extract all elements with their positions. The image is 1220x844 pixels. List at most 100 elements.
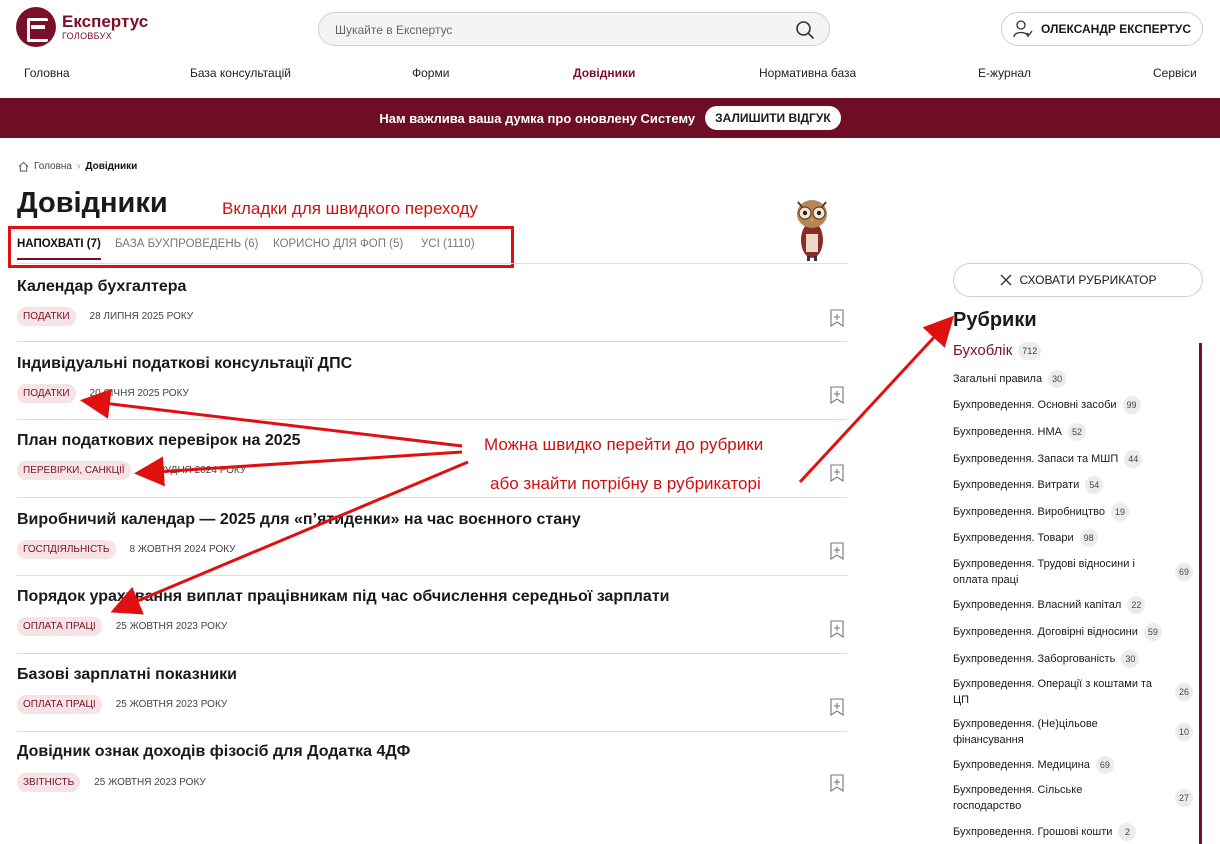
rubric-label: Бухпроведення. Заборгованість xyxy=(953,653,1116,665)
annotation-rubric-note-line2: або знайти потрібну в рубрикаторі xyxy=(490,474,761,493)
rubric-item[interactable]: Бухпроведення. Медицина 69 xyxy=(953,756,1193,774)
rubric-item[interactable]: Бухпроведення. Операції з коштами та ЦП … xyxy=(953,676,1193,708)
rubric-count: 69 xyxy=(1095,756,1114,774)
rubric-label: Бухпроведення. Виробництво xyxy=(953,506,1105,518)
tab-at-hand[interactable]: НАПОХВАТІ (7) xyxy=(17,238,101,260)
bookmark-icon[interactable] xyxy=(829,464,845,482)
nav-item-forms[interactable]: Форми xyxy=(412,66,449,80)
rubric-count: 10 xyxy=(1174,723,1193,741)
main-nav: Головна База консультацій Форми Довідник… xyxy=(0,66,1220,86)
article-title[interactable]: Календар бухгалтера xyxy=(17,278,186,296)
rubrics-title: Рубрики xyxy=(953,309,1037,331)
rubric-count: 26 xyxy=(1174,683,1193,701)
rubric-item[interactable]: Бухпроведення. Трудові відносини і оплат… xyxy=(953,556,1193,588)
article-tag[interactable]: ОПЛАТА ПРАЦІ xyxy=(17,695,102,714)
rubric-item[interactable]: Бухпроведення. Товари 98 xyxy=(953,529,1193,547)
tab-fop-useful[interactable]: КОРИСНО ДЛЯ ФОП (5) xyxy=(273,238,403,258)
rubric-count: 22 xyxy=(1127,596,1146,614)
rubrics-scrollbar[interactable] xyxy=(1199,343,1202,844)
nav-item-home[interactable]: Головна xyxy=(24,66,70,80)
list-item: Календар бухгалтера ПОДАТКИ 28 ЛИПНЯ 202… xyxy=(17,264,847,342)
rubric-label: Бухпроведення. Грошові кошти xyxy=(953,826,1113,838)
user-name: ОЛЕКСАНДР ЕКСПЕРТУС xyxy=(1041,22,1191,36)
article-date: 28 ЛИПНЯ 2025 РОКУ xyxy=(89,311,194,322)
header: Експертус ГОЛОВБУХ ОЛЕКСАНДР ЕКСПЕРТУС Г… xyxy=(0,0,1220,98)
home-icon[interactable] xyxy=(18,161,29,172)
tab-all[interactable]: УСІ (1110) xyxy=(421,238,475,258)
hide-rubricator-label: СХОВАТИ РУБРИКАТОР xyxy=(1019,273,1157,287)
rubric-count: 19 xyxy=(1110,503,1129,521)
nav-item-directories[interactable]: Довідники xyxy=(573,66,635,80)
article-title[interactable]: План податкових перевірок на 2025 xyxy=(17,432,301,450)
rubric-item[interactable]: Бухпроведення. Власний капітал 22 xyxy=(953,596,1193,614)
rubric-item[interactable]: Бухпроведення. НМА 52 xyxy=(953,423,1193,441)
rubric-label: Бухпроведення. Операції з коштами та ЦП xyxy=(953,678,1153,706)
rubric-item[interactable]: Бухпроведення. Договірні відносини 59 xyxy=(953,623,1193,641)
rubric-item[interactable]: Загальні правила 30 xyxy=(953,370,1193,388)
rubric-label: Бухпроведення. (Не)цільове фінансування xyxy=(953,718,1098,746)
search-icon[interactable] xyxy=(795,20,815,40)
article-date: 4 ГРУДНЯ 2024 РОКУ xyxy=(144,465,247,476)
rubric-label: Бухпроведення. Запаси та МШП xyxy=(953,453,1119,465)
bookmark-icon[interactable] xyxy=(829,620,845,638)
banner-text: Нам важлива ваша думка про оновлену Сист… xyxy=(379,110,696,126)
rubric-count: 27 xyxy=(1174,789,1193,807)
nav-item-ejournal[interactable]: Е-журнал xyxy=(978,66,1031,80)
rubric-count: 712 xyxy=(1018,342,1042,360)
article-tag[interactable]: ГОСПДІЯЛЬНІСТЬ xyxy=(17,540,116,559)
breadcrumb-home[interactable]: Головна xyxy=(34,161,72,172)
article-title[interactable]: Базові зарплатні показники xyxy=(17,666,237,684)
hide-rubricator-button[interactable]: СХОВАТИ РУБРИКАТОР xyxy=(953,263,1203,297)
article-tag[interactable]: ЗВІТНІСТЬ xyxy=(17,773,81,792)
rubric-count: 30 xyxy=(1048,370,1067,388)
tab-posting-base[interactable]: БАЗА БУХПРОВЕДЕНЬ (6) xyxy=(115,238,258,258)
rubric-item[interactable]: Бухпроведення. Запаси та МШП 44 xyxy=(953,450,1193,468)
owl-mascot-icon xyxy=(797,200,827,261)
rubric-label: Бухпроведення. НМА xyxy=(953,426,1062,438)
article-title[interactable]: Індивідуальні податкові консультації ДПС xyxy=(17,355,352,373)
article-title[interactable]: Довідник ознак доходів фізосіб для Додат… xyxy=(17,743,410,761)
article-tag[interactable]: ПЕРЕВІРКИ, САНКЦІЇ xyxy=(17,461,131,480)
list-item: Порядок урахування виплат працівникам пі… xyxy=(17,576,847,654)
article-date: 25 ЖОВТНЯ 2023 РОКУ xyxy=(115,621,228,632)
article-title[interactable]: Порядок урахування виплат працівникам пі… xyxy=(17,588,670,606)
rubric-count: 52 xyxy=(1067,423,1086,441)
rubric-item[interactable]: Бухоблік 712 xyxy=(953,342,1193,360)
annotation-tabs-note: Вкладки для швидкого переходу xyxy=(222,199,478,218)
search-input[interactable] xyxy=(335,21,775,39)
nav-item-consultations[interactable]: База консультацій xyxy=(190,66,291,80)
logo-icon xyxy=(16,7,56,47)
logo-subtitle: ГОЛОВБУХ xyxy=(62,31,112,41)
rubric-item[interactable]: Бухпроведення. Заборгованість 30 xyxy=(953,650,1193,668)
article-title[interactable]: Виробничий календар — 2025 для «п’ятиден… xyxy=(17,511,581,529)
rubric-count: 69 xyxy=(1174,563,1193,581)
article-date: 8 ЖОВТНЯ 2024 РОКУ xyxy=(129,544,236,555)
feedback-button[interactable]: ЗАЛИШИТИ ВІДГУК xyxy=(705,106,841,130)
rubric-item[interactable]: Бухпроведення. Виробництво 19 xyxy=(953,503,1193,521)
nav-item-services[interactable]: Сервіси xyxy=(1153,66,1197,80)
rubric-item[interactable]: Бухпроведення. Грошові кошти 2 xyxy=(953,823,1193,841)
bookmark-icon[interactable] xyxy=(829,309,845,327)
user-account-button[interactable]: ОЛЕКСАНДР ЕКСПЕРТУС xyxy=(1001,12,1203,46)
article-tag[interactable]: ПОДАТКИ xyxy=(17,307,76,326)
bookmark-icon[interactable] xyxy=(829,774,845,792)
page-title: Довідники xyxy=(17,187,168,219)
article-tag[interactable]: ОПЛАТА ПРАЦІ xyxy=(17,617,102,636)
rubric-count: 99 xyxy=(1122,396,1141,414)
rubric-item[interactable]: Бухпроведення. Основні засоби 99 xyxy=(953,396,1193,414)
rubric-item[interactable]: Бухпроведення. Витрати 54 xyxy=(953,476,1193,494)
close-icon xyxy=(1000,274,1012,286)
bookmark-icon[interactable] xyxy=(829,542,845,560)
rubric-count: 54 xyxy=(1085,476,1104,494)
nav-item-regulatory[interactable]: Нормативна база xyxy=(759,66,856,80)
article-date: 20 СІЧНЯ 2025 РОКУ xyxy=(89,388,189,399)
bookmark-icon[interactable] xyxy=(829,698,845,716)
logo[interactable]: Експертус ГОЛОВБУХ xyxy=(16,7,148,47)
rubric-item[interactable]: Бухпроведення. (Не)цільове фінансування … xyxy=(953,716,1193,748)
rubric-count: 98 xyxy=(1079,529,1098,547)
feedback-banner: Нам важлива ваша думка про оновлену Сист… xyxy=(0,98,1220,138)
bookmark-icon[interactable] xyxy=(829,386,845,404)
article-tag[interactable]: ПОДАТКИ xyxy=(17,384,76,403)
rubric-label: Бухпроведення. Договірні відносини xyxy=(953,626,1138,638)
rubric-item[interactable]: Бухпроведення. Сільське господарство 27 xyxy=(953,782,1193,814)
